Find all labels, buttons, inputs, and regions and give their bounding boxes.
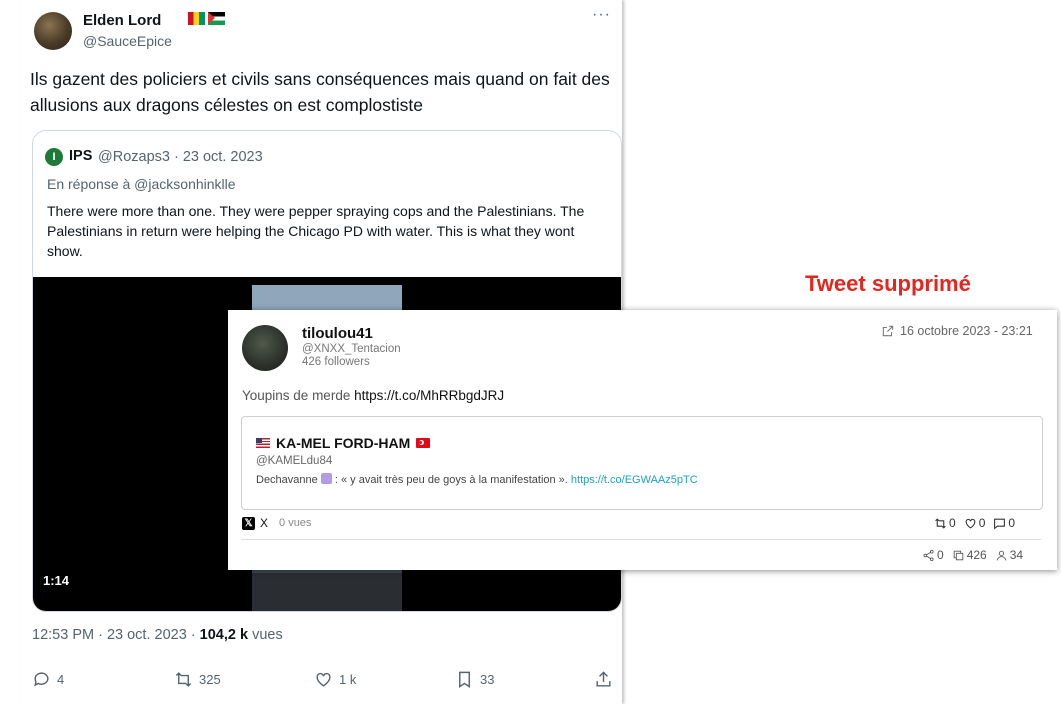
tweet-date[interactable]: 16 octobre 2023 - 23:21 xyxy=(881,324,1033,338)
deleted-tweet-card: tiloulou41 @XNXX_Tentacion 426 followers… xyxy=(228,310,1057,570)
author-handle: @XNXX_Tentacion xyxy=(302,343,401,355)
quoted-author-name: KA-MEL FORD-HAM xyxy=(256,435,431,451)
heart-icon xyxy=(316,672,331,687)
share-nodes-icon xyxy=(923,549,934,561)
copies-stat: 426 xyxy=(952,548,987,562)
author-name: tiloulou41 xyxy=(302,325,373,342)
palestine-flag-icon xyxy=(208,12,225,25)
share-stat: 0 xyxy=(922,548,944,562)
retweet-icon xyxy=(935,517,946,529)
external-link-icon xyxy=(882,325,894,337)
comment-icon xyxy=(994,518,1006,530)
avatar[interactable] xyxy=(34,12,72,50)
views-count: 0 vues xyxy=(279,517,312,529)
quoted-tweet-text: Dechavanne : « y avait très peu de goys … xyxy=(256,473,698,486)
date-text: 16 octobre 2023 - 23:21 xyxy=(900,324,1033,338)
like-count: 0 xyxy=(978,516,986,530)
reply-to-label: En réponse à @jacksonhinklle xyxy=(47,176,236,192)
quoted-author-meta: @Rozaps3 · 23 oct. 2023 xyxy=(98,149,263,165)
reply-stat: 0 xyxy=(993,516,1015,530)
timestamp-text[interactable]: 12:53 PM · 23 oct. 2023 · xyxy=(32,627,200,643)
copies-count: 426 xyxy=(966,548,987,562)
action-bar: 4 325 1 k 33 xyxy=(20,670,622,700)
copy-icon xyxy=(953,550,963,560)
quoted-text-before: Dechavanne xyxy=(256,474,321,486)
quoted-avatar[interactable]: I xyxy=(45,148,63,166)
share-button[interactable] xyxy=(594,670,613,689)
followers-count: 426 followers xyxy=(302,356,370,368)
quoted-author-name-text: KA-MEL FORD-HAM xyxy=(276,435,411,451)
deleted-tweet-title: Tweet supprimé xyxy=(805,271,971,296)
quoted-author-name[interactable]: IPS xyxy=(69,148,92,164)
followers-count: 34 xyxy=(1009,548,1024,562)
user-icon xyxy=(996,550,1006,560)
source-badge: 𝕏 X 0 vues xyxy=(242,516,311,530)
x-logo-icon: 𝕏 xyxy=(242,516,255,530)
like-stat: 0 xyxy=(964,516,986,530)
turkey-flag-icon xyxy=(416,438,431,448)
reply-icon xyxy=(34,672,49,687)
more-options-button[interactable]: ··· xyxy=(592,6,611,24)
quoted-text-after: : « y avait très peu de goys à la manife… xyxy=(331,474,571,486)
retweet-count: 325 xyxy=(199,672,221,687)
share-count: 0 xyxy=(937,548,944,562)
bookmark-count: 33 xyxy=(480,672,495,687)
account-stats: 0 426 34 xyxy=(922,548,1023,562)
share-icon xyxy=(596,671,611,687)
heart-icon xyxy=(965,518,976,528)
views-count: 104,2 k xyxy=(199,627,249,643)
video-frame-bottom xyxy=(252,573,402,611)
quoted-author-handle: @KAMELdu84 xyxy=(256,455,333,467)
source-label: X xyxy=(260,516,269,530)
tweet-link[interactable]: https://t.co/MhRRbgdJRJ xyxy=(354,388,504,403)
divider xyxy=(241,539,1041,540)
retweet-button[interactable]: 325 xyxy=(174,670,221,689)
tweet-timestamp: 12:53 PM · 23 oct. 2023 · 104,2 k vues xyxy=(32,627,283,643)
like-count: 1 k xyxy=(339,672,357,687)
us-flag-icon xyxy=(256,438,270,448)
avatar xyxy=(242,325,288,371)
bookmark-icon xyxy=(459,671,470,688)
guinea-flag-icon xyxy=(188,12,205,25)
author-flags xyxy=(188,12,225,25)
quoted-link[interactable]: https://t.co/EGWAAz5pTC xyxy=(571,474,698,486)
video-duration: 1:14 xyxy=(43,573,70,588)
tweet-text: Youpins de merde https://t.co/MhRRbgdJRJ xyxy=(242,388,504,403)
views-label: vues xyxy=(248,627,283,643)
quoted-tweet: KA-MEL FORD-HAM @KAMELdu84 Dechavanne : … xyxy=(241,416,1043,510)
reply-count: 4 xyxy=(57,672,65,687)
atom-emoji-icon xyxy=(320,473,332,484)
quoted-tweet-text: There were more than one. They were pepp… xyxy=(47,203,585,259)
tweet-text: Ils gazent des policiers et civils sans … xyxy=(30,69,610,115)
like-button[interactable]: 1 k xyxy=(314,670,356,689)
retweet-icon xyxy=(175,672,192,687)
author-name[interactable]: Elden Lord xyxy=(83,12,161,29)
engagement-stats: 0 0 0 xyxy=(934,516,1015,530)
tweet-text-prefix: Youpins de merde xyxy=(242,388,355,403)
retweet-stat: 0 xyxy=(934,516,956,530)
reply-button[interactable]: 4 xyxy=(32,670,64,689)
followers-stat: 34 xyxy=(995,548,1023,562)
reply-count: 0 xyxy=(1008,516,1016,530)
author-handle[interactable]: @SauceEpice xyxy=(83,33,172,49)
bookmark-button[interactable]: 33 xyxy=(455,670,494,689)
retweet-count: 0 xyxy=(949,516,956,530)
